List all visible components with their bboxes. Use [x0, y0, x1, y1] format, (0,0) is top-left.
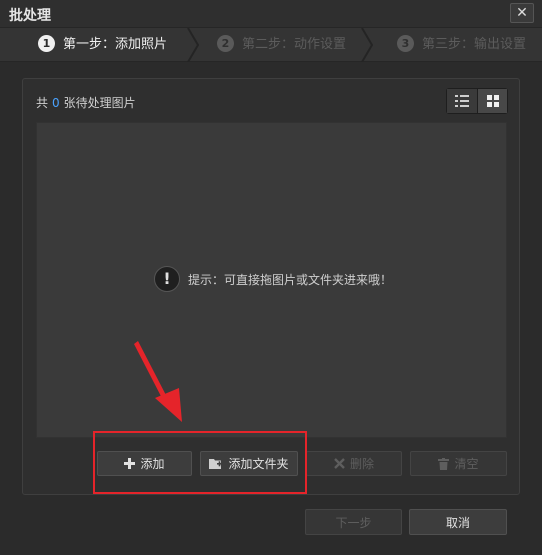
- next-step-button[interactable]: 下一步: [305, 509, 402, 535]
- delete-button[interactable]: 删除: [306, 451, 402, 476]
- next-step-button-label: 下一步: [335, 515, 372, 530]
- count-prefix: 共: [36, 96, 49, 110]
- count-suffix: 张待处理图片: [63, 96, 136, 110]
- view-toggle: [446, 88, 508, 114]
- clear-button-label: 清空: [454, 457, 479, 471]
- trash-icon: [438, 457, 450, 470]
- count-value: 0: [52, 96, 60, 110]
- window-title: 批处理: [9, 8, 51, 24]
- step-2-number: 2: [217, 35, 234, 52]
- step-3-number: 3: [397, 35, 414, 52]
- step-3-label: 第三步：输出设置: [422, 37, 527, 52]
- clear-button[interactable]: 清空: [410, 451, 507, 476]
- close-button[interactable]: ✕: [510, 3, 534, 23]
- step-separator-icon: [187, 28, 200, 62]
- step-3: 3 第三步：输出设置: [397, 28, 526, 62]
- hint-text: 提示：可直接拖图片或文件夹进来哦！: [188, 272, 393, 287]
- step-1-label: 第一步：添加照片: [63, 37, 168, 52]
- list-view-icon: [455, 95, 469, 107]
- delete-button-label: 删除: [349, 457, 374, 471]
- title-bar: 批处理 ✕: [0, 0, 542, 28]
- list-view-button[interactable]: [447, 89, 477, 113]
- cancel-button-label: 取消: [445, 515, 470, 530]
- step-1-number: 1: [38, 35, 55, 52]
- drop-hint: ! 提示：可直接拖图片或文件夹进来哦！: [154, 266, 392, 292]
- step-bar: 1 第一步：添加照片 2 第二步：动作设置 3 第三步：输出设置: [0, 28, 542, 62]
- info-icon: !: [154, 266, 180, 292]
- x-icon: [334, 458, 345, 469]
- annotation-highlight-box: [93, 431, 307, 494]
- grid-view-button[interactable]: [477, 89, 507, 113]
- image-count: 共 0 张待处理图片: [36, 94, 136, 111]
- cancel-button[interactable]: 取消: [409, 509, 507, 535]
- step-2: 2 第二步：动作设置: [217, 28, 346, 62]
- grid-view-icon: [486, 95, 499, 107]
- step-2-label: 第二步：动作设置: [242, 37, 347, 52]
- step-1: 1 第一步：添加照片: [38, 28, 167, 62]
- step-separator-icon: [361, 28, 374, 62]
